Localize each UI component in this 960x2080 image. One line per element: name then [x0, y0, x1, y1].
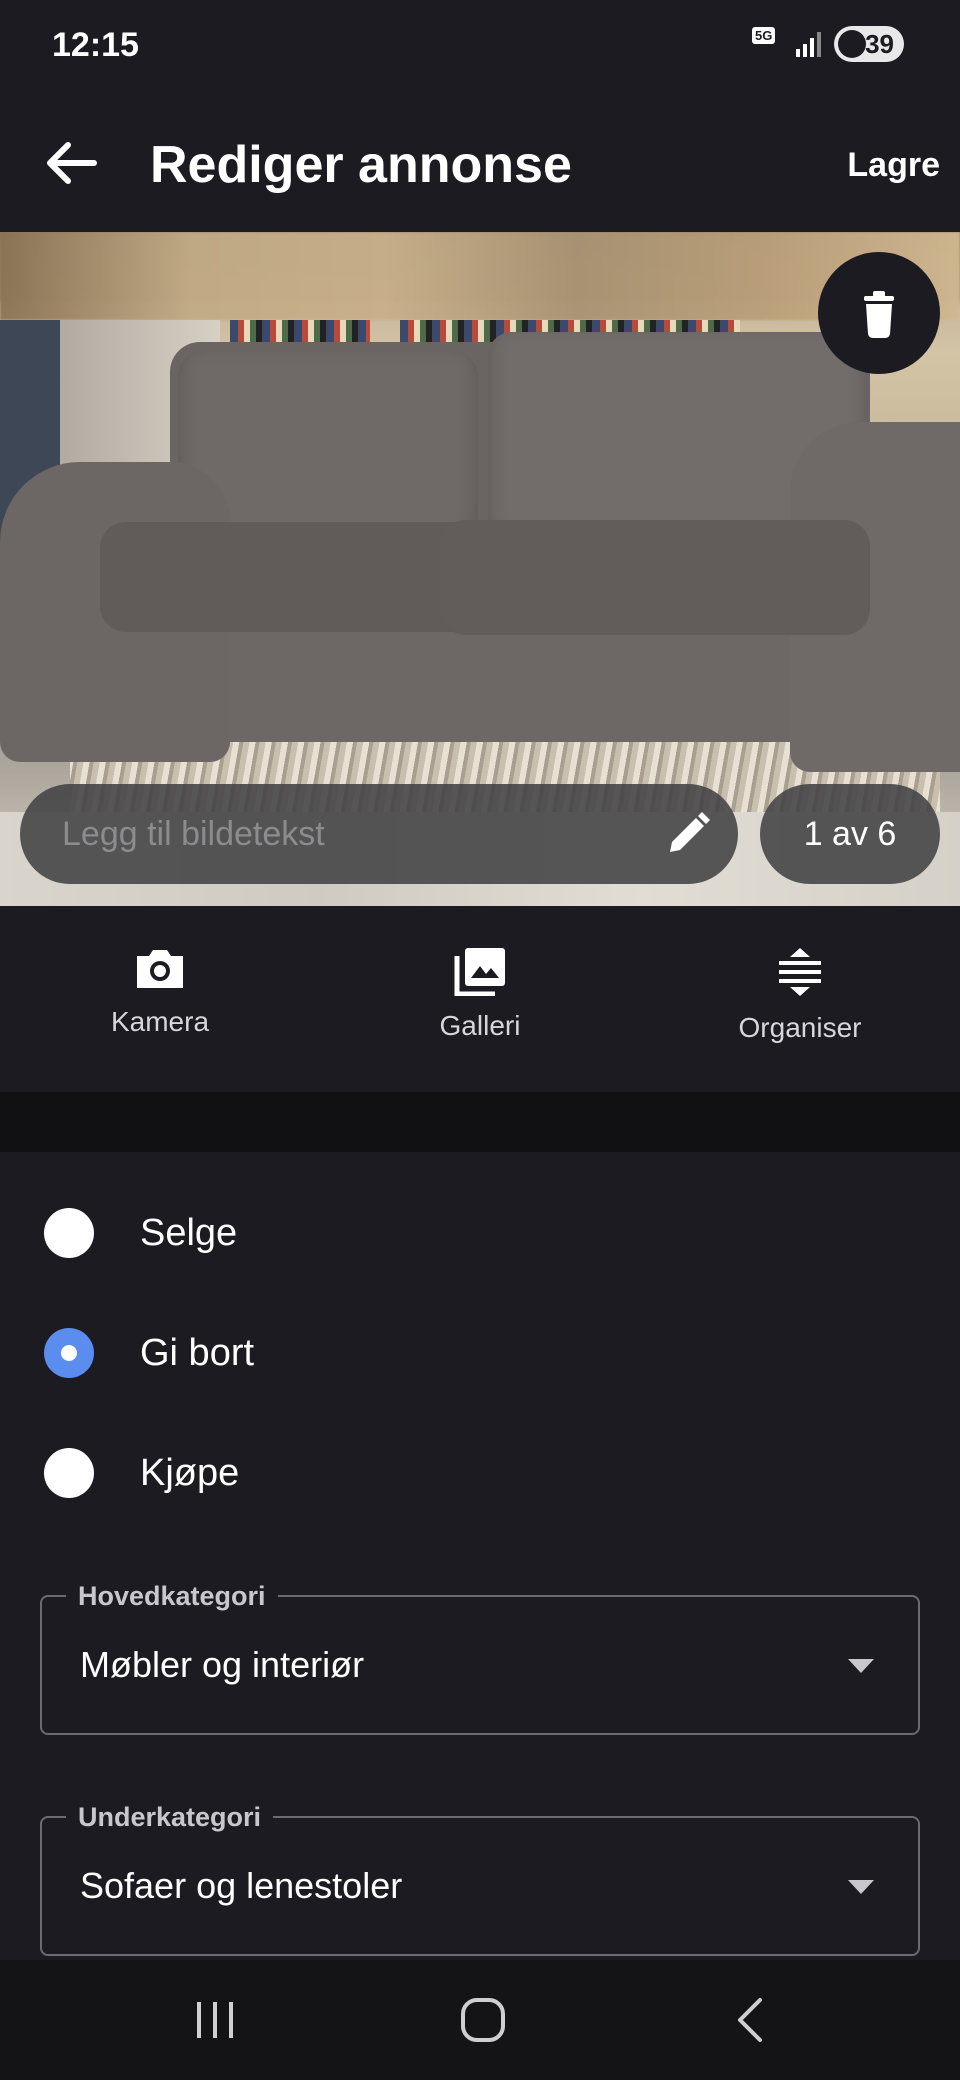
radio-button-sell[interactable]: [44, 1208, 94, 1258]
recent-apps-icon[interactable]: [185, 1990, 245, 2050]
photo-sofa-seat: [100, 522, 480, 632]
dropdown-arrow-icon: [848, 1880, 874, 1894]
photo-sofa-base: [120, 632, 860, 742]
back-nav-icon[interactable]: [722, 1990, 782, 2050]
radio-button-give-away[interactable]: [44, 1328, 94, 1378]
network-label: 5G: [752, 27, 776, 44]
radio-button-buy[interactable]: [44, 1448, 94, 1498]
home-icon[interactable]: [453, 1990, 513, 2050]
system-nav-bar: [0, 1960, 960, 2080]
camera-icon: [137, 950, 183, 988]
organize-button[interactable]: Organiser: [680, 946, 920, 1056]
photo-blur-top: [0, 232, 960, 320]
radio-option-give-away[interactable]: Gi bort: [0, 1298, 960, 1408]
main-category-value: Møbler og interiør: [80, 1644, 365, 1685]
organize-label: Organiser: [738, 1012, 862, 1043]
battery-indicator: 39: [834, 26, 904, 62]
photo-sofa-seat: [440, 520, 870, 635]
app-bar: Rediger annonse Lagre: [0, 90, 960, 230]
reorder-icon: [779, 948, 821, 996]
battery-saver-icon: [838, 30, 866, 58]
sub-category-select[interactable]: Underkategori Sofaer og lenestoler: [40, 1800, 920, 1956]
trash-icon: [864, 291, 894, 338]
photo-counter: 1 av 6: [760, 784, 940, 884]
signal-icon: [796, 32, 821, 57]
arrow-left-icon[interactable]: [36, 128, 106, 198]
radio-label-sell: Selge: [140, 1212, 238, 1254]
sub-category-value: Sofaer og lenestoler: [80, 1865, 403, 1906]
status-bar: 12:15 5G 39: [0, 0, 960, 90]
page-title: Rediger annonse: [150, 136, 572, 194]
radio-label-give-away: Gi bort: [140, 1332, 255, 1374]
network-5g-icon: 5G: [752, 27, 782, 61]
battery-level: 39: [865, 28, 894, 59]
gallery-icon: [454, 948, 505, 996]
gallery-button[interactable]: Galleri: [360, 946, 600, 1056]
main-category-select[interactable]: Hovedkategori Møbler og interiør: [40, 1579, 920, 1735]
caption-input[interactable]: Legg til bildetekst: [20, 784, 738, 884]
gallery-label: Galleri: [439, 1010, 521, 1041]
section-divider: [0, 1092, 960, 1152]
photo-actions: Kamera Galleri Organiser: [0, 906, 960, 1092]
radio-option-buy[interactable]: Kjøpe: [0, 1418, 960, 1528]
pencil-icon[interactable]: [664, 810, 712, 858]
caption-placeholder: Legg til bildetekst: [62, 815, 325, 853]
status-icons: 5G 39: [752, 26, 904, 62]
radio-label-buy: Kjøpe: [140, 1452, 240, 1494]
status-time: 12:15: [52, 26, 139, 64]
camera-label: Kamera: [110, 1006, 210, 1037]
radio-option-sell[interactable]: Selge: [0, 1178, 960, 1288]
dropdown-arrow-icon: [848, 1659, 874, 1673]
photo-counter-text: 1 av 6: [803, 815, 897, 853]
camera-button[interactable]: Kamera: [40, 946, 280, 1056]
delete-photo-button[interactable]: [818, 252, 940, 374]
save-button[interactable]: Lagre: [847, 130, 940, 200]
